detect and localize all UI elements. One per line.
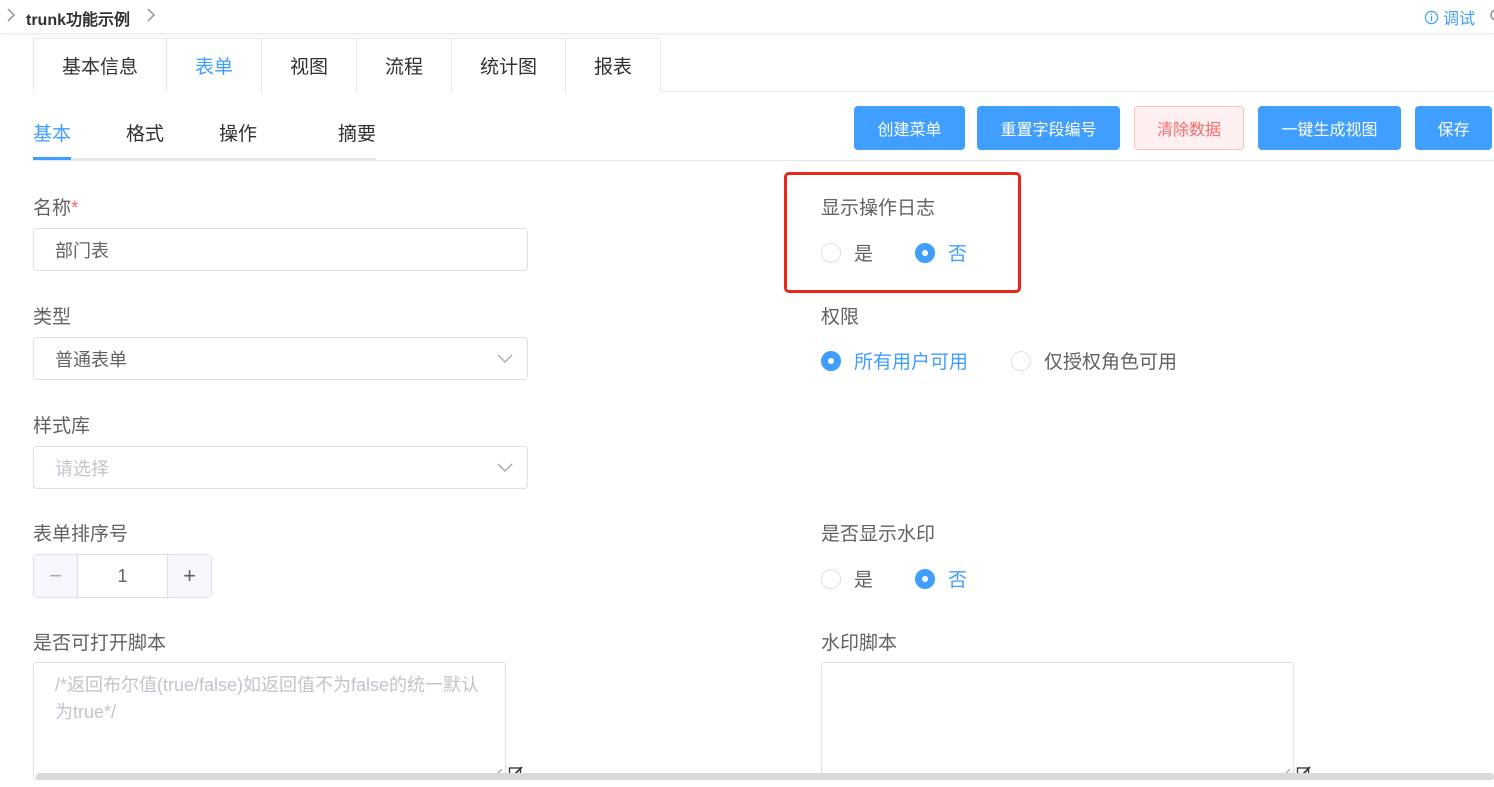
tab-view[interactable]: 视图 <box>261 38 357 92</box>
select-placeholder: 请选择 <box>55 458 109 479</box>
tab-flow[interactable]: 流程 <box>356 38 452 92</box>
tab-label: 报表 <box>593 57 632 78</box>
debug-link[interactable]: 调试 <box>1424 5 1475 29</box>
radio-circle <box>1011 350 1031 371</box>
subtab-format[interactable]: 格式 <box>71 106 219 158</box>
sort-no-stepper: − 1 + <box>33 554 212 598</box>
watermark-script-textarea[interactable] <box>821 662 1294 780</box>
tab-label: 基本信息 <box>61 57 138 78</box>
increment-button[interactable]: + <box>167 555 211 597</box>
tab-label: 视图 <box>289 57 328 78</box>
horizontal-scrollbar[interactable] <box>36 773 1494 780</box>
highlight-box <box>784 172 1021 293</box>
type-select[interactable]: 普通表单 <box>33 337 528 380</box>
generate-view-button[interactable]: 一键生成视图 <box>1258 106 1401 150</box>
chevron-right-icon[interactable] <box>146 8 156 22</box>
chevron-right-icon[interactable] <box>6 8 16 22</box>
tab-basic-info[interactable]: 基本信息 <box>33 38 167 92</box>
radio-label: 是 <box>854 570 874 591</box>
subtab-label: 操作 <box>219 123 258 145</box>
top-bar: trunk功能示例 调试 <box>0 0 1494 34</box>
permission-authorized-roles-radio[interactable]: 仅授权角色可用 <box>1011 347 1177 374</box>
show-watermark-yes-radio[interactable]: 是 <box>821 565 873 592</box>
tab-label: 统计图 <box>479 57 537 78</box>
radio-label: 否 <box>948 570 968 591</box>
reset-field-numbers-button[interactable]: 重置字段编号 <box>977 106 1120 150</box>
subtab-label: 基本 <box>33 123 72 145</box>
sort-no-value[interactable]: 1 <box>78 555 167 597</box>
info-circle-icon <box>1424 10 1439 24</box>
tab-label: 流程 <box>384 57 423 78</box>
tab-form[interactable]: 表单 <box>166 38 262 92</box>
input-value: 部门表 <box>55 240 109 261</box>
permission-all-users-radio[interactable]: 所有用户可用 <box>821 347 968 374</box>
gear-icon[interactable] <box>1488 8 1494 22</box>
main-tabs: 基本信息 表单 视图 流程 统计图 报表 <box>33 38 1494 92</box>
page-title: trunk功能示例 <box>26 12 131 29</box>
style-lib-label: 样式库 <box>33 416 91 437</box>
subtab-label: 格式 <box>125 123 164 145</box>
chevron-down-icon <box>497 463 513 472</box>
tab-chart[interactable]: 统计图 <box>451 38 566 92</box>
subtab-summary[interactable]: 摘要 <box>257 106 376 158</box>
watermark-script-label: 水印脚本 <box>821 633 898 654</box>
name-input[interactable]: 部门表 <box>33 228 528 271</box>
chevron-down-icon <box>497 354 513 363</box>
textarea-placeholder: /*返回布尔值(true/false)如返回值不为false的统一默认为true… <box>55 675 480 722</box>
radio-label: 仅授权角色可用 <box>1044 352 1178 373</box>
save-button[interactable]: 保存 <box>1415 106 1492 150</box>
show-watermark-label: 是否显示水印 <box>821 524 936 545</box>
sub-tabs: 基本 格式 操作 摘要 <box>33 106 376 160</box>
open-script-label: 是否可打开脚本 <box>33 633 167 654</box>
subtab-label: 摘要 <box>337 123 376 145</box>
open-script-textarea[interactable]: /*返回布尔值(true/false)如返回值不为false的统一默认为true… <box>33 662 506 780</box>
required-mark: * <box>71 198 79 219</box>
sort-no-label: 表单排序号 <box>33 524 129 545</box>
divider <box>33 160 1494 161</box>
decrement-button[interactable]: − <box>34 555 78 597</box>
type-label: 类型 <box>33 307 72 328</box>
subtab-operation[interactable]: 操作 <box>219 106 257 158</box>
name-label: 名称* <box>33 198 79 219</box>
radio-circle <box>821 568 841 589</box>
subtab-basic[interactable]: 基本 <box>33 106 72 160</box>
tab-label: 表单 <box>194 56 233 78</box>
radio-circle <box>821 350 841 371</box>
show-watermark-no-radio[interactable]: 否 <box>915 565 967 592</box>
style-lib-select[interactable]: 请选择 <box>33 446 528 489</box>
tab-report[interactable]: 报表 <box>565 38 661 92</box>
select-value: 普通表单 <box>55 349 127 370</box>
radio-circle <box>915 568 935 589</box>
create-menu-button[interactable]: 创建菜单 <box>854 106 965 150</box>
clear-data-button[interactable]: 清除数据 <box>1134 106 1244 150</box>
debug-label: 调试 <box>1443 11 1476 28</box>
radio-label: 所有用户可用 <box>854 352 969 373</box>
permission-label: 权限 <box>821 307 860 328</box>
